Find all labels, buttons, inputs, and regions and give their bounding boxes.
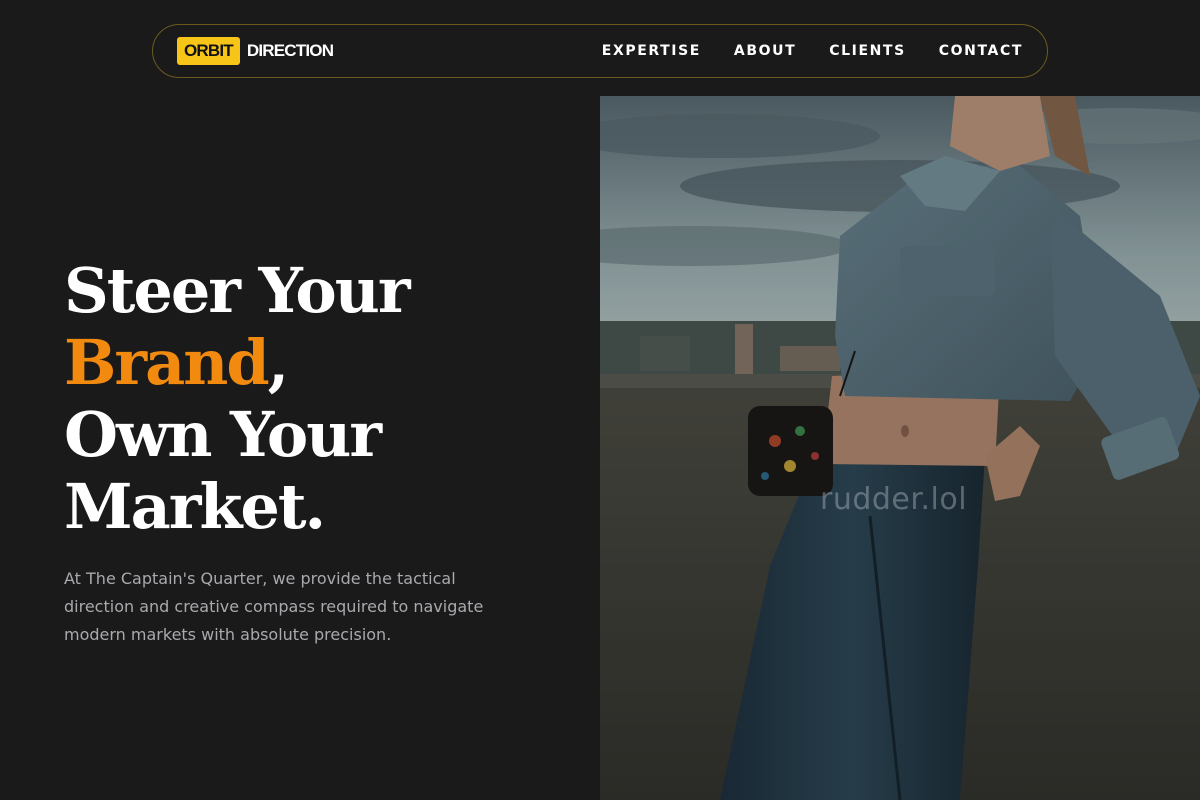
nav-link-clients[interactable]: CLIENTS — [829, 43, 906, 59]
logo-badge: ORBIT — [177, 37, 240, 65]
nav-link-expertise[interactable]: EXPERTISE — [602, 43, 701, 59]
hero-section: Steer Your Brand, Own Your Market. At Th… — [64, 255, 584, 649]
photo-watermark: rudder.lol — [820, 482, 968, 517]
nav-links: EXPERTISE ABOUT CLIENTS CONTACT — [602, 43, 1023, 59]
nav-link-contact[interactable]: CONTACT — [939, 43, 1023, 59]
hero-photo-illustration — [600, 96, 1200, 800]
nav-link-about[interactable]: ABOUT — [734, 43, 796, 59]
headline-line-3: Own Your — [64, 398, 382, 471]
brand-logo[interactable]: ORBIT DIRECTION — [177, 37, 334, 65]
hero-description: At The Captain's Quarter, we provide the… — [64, 569, 484, 644]
headline-accent-word: Brand — [64, 326, 270, 399]
top-navigation: ORBIT DIRECTION EXPERTISE ABOUT CLIENTS … — [152, 24, 1048, 78]
headline-line-4: Market. — [64, 470, 326, 543]
hero-headline: Steer Your Brand, Own Your Market. — [64, 255, 584, 543]
hero-photo: rudder.lol — [600, 96, 1200, 800]
logo-wordmark: DIRECTION — [246, 41, 334, 60]
headline-line-1: Steer Your — [64, 254, 411, 327]
headline-comma: , — [267, 326, 290, 399]
